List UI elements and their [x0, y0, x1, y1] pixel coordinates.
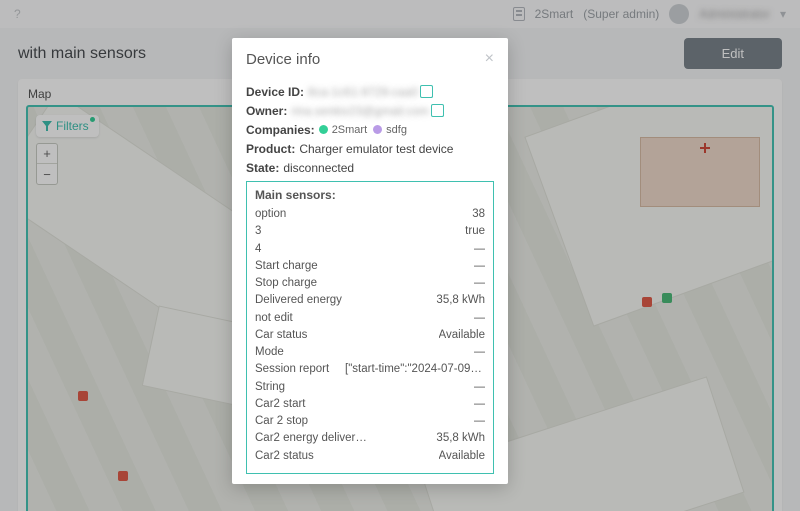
sensor-name: Mode [255, 344, 474, 361]
state-row: State: disconnected [246, 161, 494, 175]
sensor-value: true [465, 223, 485, 240]
sensor-value: 35,8 kWh [436, 430, 485, 447]
company-chip: sdfg [373, 124, 407, 136]
state-label: State: [246, 161, 279, 175]
modal-title: Device info [246, 51, 320, 68]
company-name: 2Smart [332, 124, 367, 136]
company-color-dot [319, 125, 328, 134]
sensor-row: Session report["start-time":"2024-07-09T… [255, 361, 485, 378]
copy-icon[interactable] [422, 87, 433, 98]
copy-icon[interactable] [433, 106, 444, 117]
device-id-label: Device ID: [246, 85, 304, 99]
sensor-value: — [474, 258, 486, 275]
product-label: Product: [246, 142, 295, 156]
device-info-modal: Device info × Device ID: 8ca-1c61-9729-c… [232, 38, 508, 484]
owner-row: Owner: rina.senkiv23@gmail.com [246, 104, 494, 118]
device-id-row: Device ID: 8ca-1c61-9729-caa0 [246, 85, 494, 99]
company-color-dot [373, 125, 382, 134]
close-icon[interactable]: × [485, 50, 494, 68]
sensor-name: 3 [255, 223, 465, 240]
owner-label: Owner: [246, 104, 287, 118]
sensor-row: Mode— [255, 344, 485, 361]
company-chip: 2Smart [319, 124, 367, 136]
sensor-row: Stop charge— [255, 275, 485, 292]
device-id-value: 8ca-1c61-9729-caa0 [308, 85, 418, 99]
sensor-row: option38 [255, 206, 485, 223]
owner-value: rina.senkiv23@gmail.com [291, 104, 429, 118]
sensor-name: Car status [255, 327, 439, 344]
sensor-row: Delivered energy35,8 kWh [255, 292, 485, 309]
sensor-row: not edit— [255, 310, 485, 327]
sensor-row: Car2 statusAvailable [255, 448, 485, 465]
companies-label: Companies: [246, 123, 315, 137]
sensor-row: 3true [255, 223, 485, 240]
sensor-name: String [255, 379, 474, 396]
sensor-value: — [474, 344, 486, 361]
sensor-name: Stop charge [255, 275, 474, 292]
sensor-row: Car2 energy deliver…35,8 kWh [255, 430, 485, 447]
sensor-row: 4— [255, 241, 485, 258]
sensor-name: Car 2 stop [255, 413, 474, 430]
sensor-value: Available [439, 327, 485, 344]
sensor-value: — [474, 379, 486, 396]
sensor-value: — [474, 413, 486, 430]
sensor-row: Start charge— [255, 258, 485, 275]
sensor-row: Car2 start— [255, 396, 485, 413]
sensor-value: 35,8 kWh [436, 292, 485, 309]
companies-row: Companies: 2Smart sdfg [246, 123, 494, 137]
sensor-name: option [255, 206, 472, 223]
sensor-value: 38 [472, 206, 485, 223]
company-name: sdfg [386, 124, 407, 136]
sensor-name: Delivered energy [255, 292, 436, 309]
sensor-row: String— [255, 379, 485, 396]
main-sensors-box: Main sensors: option383true4—Start charg… [246, 181, 494, 474]
product-row: Product: Charger emulator test device [246, 142, 494, 156]
sensor-value: Available [439, 448, 485, 465]
sensor-value: — [474, 396, 486, 413]
sensor-name: Session report [255, 361, 345, 378]
product-value: Charger emulator test device [299, 142, 453, 156]
sensor-value: ["start-time":"2024-07-09T13:53:03.63… [345, 361, 485, 378]
sensor-row: Car statusAvailable [255, 327, 485, 344]
state-value: disconnected [283, 161, 354, 175]
sensor-value: — [474, 275, 486, 292]
sensors-header: Main sensors: [255, 188, 485, 202]
sensor-row: Car 2 stop— [255, 413, 485, 430]
sensor-name: Car2 status [255, 448, 439, 465]
sensor-name: 4 [255, 241, 474, 258]
sensor-value: — [474, 241, 486, 258]
sensor-name: not edit [255, 310, 474, 327]
sensor-name: Start charge [255, 258, 474, 275]
sensor-value: — [474, 310, 486, 327]
sensor-name: Car2 energy deliver… [255, 430, 436, 447]
sensor-name: Car2 start [255, 396, 474, 413]
